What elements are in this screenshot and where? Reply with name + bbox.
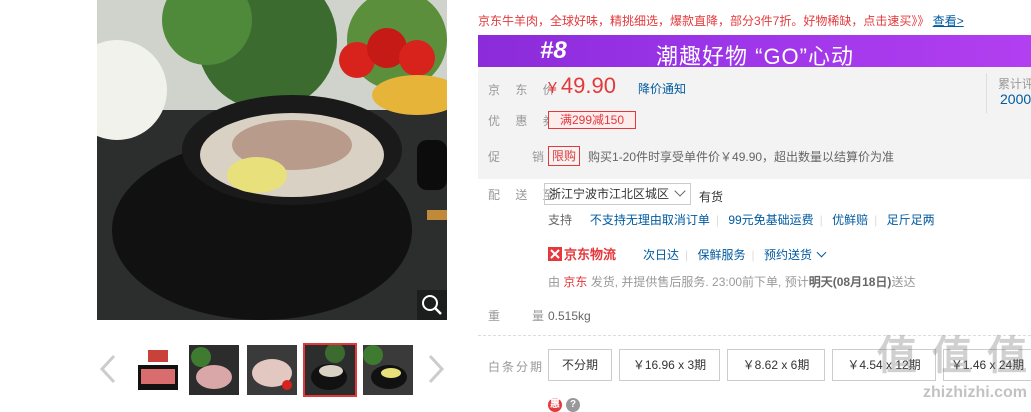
review-count-link[interactable]: 2000 bbox=[1000, 91, 1031, 107]
promotion-text: 购买1-20件时享受单件价￥49.90，超出数量以结算价为准 bbox=[588, 150, 895, 164]
promo-line: 京东牛羊肉，全球好味，精挑细选，爆款直降，部分3件7折。好物稀缺，点击速买》》 … bbox=[478, 12, 964, 29]
bottom-icons: 惠? bbox=[548, 396, 584, 412]
thumbnail-image bbox=[189, 345, 239, 395]
price-info-box: 京 东 价 ¥49.90 降价通知 累计评 2000 优 惠 券 满299减15… bbox=[478, 67, 1031, 179]
product-photo bbox=[97, 0, 447, 320]
support-label: 支持 bbox=[548, 213, 573, 227]
thumbnail-image bbox=[305, 345, 355, 395]
support-item[interactable]: 优鲜赔 bbox=[832, 213, 868, 227]
watermark-url: zhizhizhi.com bbox=[923, 384, 1027, 401]
chevron-down-icon bbox=[674, 185, 686, 197]
shipping-prefix: 由 bbox=[548, 275, 564, 289]
thumbnail-image bbox=[363, 345, 413, 395]
price-number: 49.90 bbox=[560, 73, 616, 98]
installment-option[interactable]: ￥16.96 x 3期 bbox=[619, 349, 720, 381]
jd-logistics-icon bbox=[548, 247, 562, 261]
thumbnail-image bbox=[133, 345, 183, 395]
installment-option[interactable]: 不分期 bbox=[548, 349, 612, 381]
support-item[interactable]: 足斤足两 bbox=[887, 213, 935, 227]
review-label: 累计评 bbox=[998, 77, 1031, 91]
banner-logo: #8 bbox=[540, 37, 567, 64]
help-icon[interactable]: ? bbox=[566, 398, 580, 412]
zoom-button[interactable] bbox=[417, 290, 447, 320]
thumbnail-1[interactable] bbox=[131, 343, 185, 397]
promo-banner[interactable]: #8 潮趣好物 “GO”心动 bbox=[478, 35, 1031, 69]
thumbnail-image bbox=[247, 345, 297, 395]
review-divider bbox=[986, 73, 987, 113]
weight-value: 0.515kg bbox=[548, 309, 591, 323]
chevron-left-icon bbox=[99, 354, 116, 384]
service-next-day[interactable]: 次日达 bbox=[643, 248, 679, 262]
service-fresh[interactable]: 保鲜服务 bbox=[697, 248, 745, 262]
currency-symbol: ¥ bbox=[548, 80, 557, 97]
promo-link[interactable]: 查看> bbox=[933, 14, 964, 28]
main-product-image[interactable] bbox=[97, 0, 447, 320]
chevron-down-icon[interactable] bbox=[816, 247, 827, 258]
installment-label: 白条分期 bbox=[488, 360, 545, 374]
limit-tag: 限购 bbox=[548, 146, 581, 166]
stock-status: 有货 bbox=[699, 190, 724, 204]
seller-link[interactable]: 京东 bbox=[563, 275, 587, 289]
shipping-info: 由 京东 发货, 并提供售后服务. 23:00前下单, 预计明天(08月18日)… bbox=[548, 273, 915, 290]
address-value: 浙江宁波市江北区城区 bbox=[549, 187, 670, 201]
jd-logistics-label: 京东物流 bbox=[564, 247, 617, 262]
thumbnail-prev-button[interactable] bbox=[96, 348, 120, 390]
thumbnail-5[interactable] bbox=[361, 343, 415, 397]
chevron-right-icon bbox=[428, 354, 445, 384]
thumbnail-4[interactable] bbox=[303, 343, 357, 397]
installment-option[interactable]: ￥8.62 x 6期 bbox=[727, 349, 825, 381]
service-scheduled[interactable]: 预约送货 bbox=[764, 248, 812, 262]
support-item[interactable]: 99元免基础运费 bbox=[728, 213, 813, 227]
promo-text: 京东牛羊肉，全球好味，精挑细选，爆款直降，部分3件7折。好物稀缺，点击速买》》 bbox=[478, 14, 930, 28]
price-value: ¥49.90 bbox=[548, 73, 616, 99]
price-notify-link[interactable]: 降价通知 bbox=[638, 80, 686, 97]
thumbnail-2[interactable] bbox=[187, 343, 241, 397]
thumbnail-next-button[interactable] bbox=[424, 348, 448, 390]
weight-label: 重 量 bbox=[488, 309, 555, 323]
promotion-label: 促 销 bbox=[488, 150, 555, 164]
support-item[interactable]: 不支持无理由取消订单 bbox=[590, 213, 710, 227]
thumbnail-3[interactable] bbox=[245, 343, 299, 397]
coupon-icon[interactable]: 惠 bbox=[548, 398, 562, 412]
watermark: 值 值 值 bbox=[876, 334, 1029, 378]
service-row: 次日达 | 保鲜服务 | 预约送货 bbox=[643, 246, 827, 263]
support-row: 支持 | 不支持无理由取消订单| 99元免基础运费| 优鲜赔| 足斤足两 bbox=[548, 213, 935, 227]
shipping-eta: 明天(08月18日) bbox=[808, 275, 892, 289]
shipping-suffix: 送达 bbox=[891, 275, 916, 289]
shipping-middle: 发货, 并提供售后服务. 23:00前下单, 预计 bbox=[587, 275, 809, 289]
zoom-icon bbox=[422, 295, 442, 315]
address-selector[interactable]: 浙江宁波市江北区城区 bbox=[544, 183, 691, 205]
jd-logistics-badge[interactable]: 京东物流 bbox=[548, 244, 616, 263]
coupon-badge[interactable]: 满299减150 bbox=[548, 111, 636, 129]
